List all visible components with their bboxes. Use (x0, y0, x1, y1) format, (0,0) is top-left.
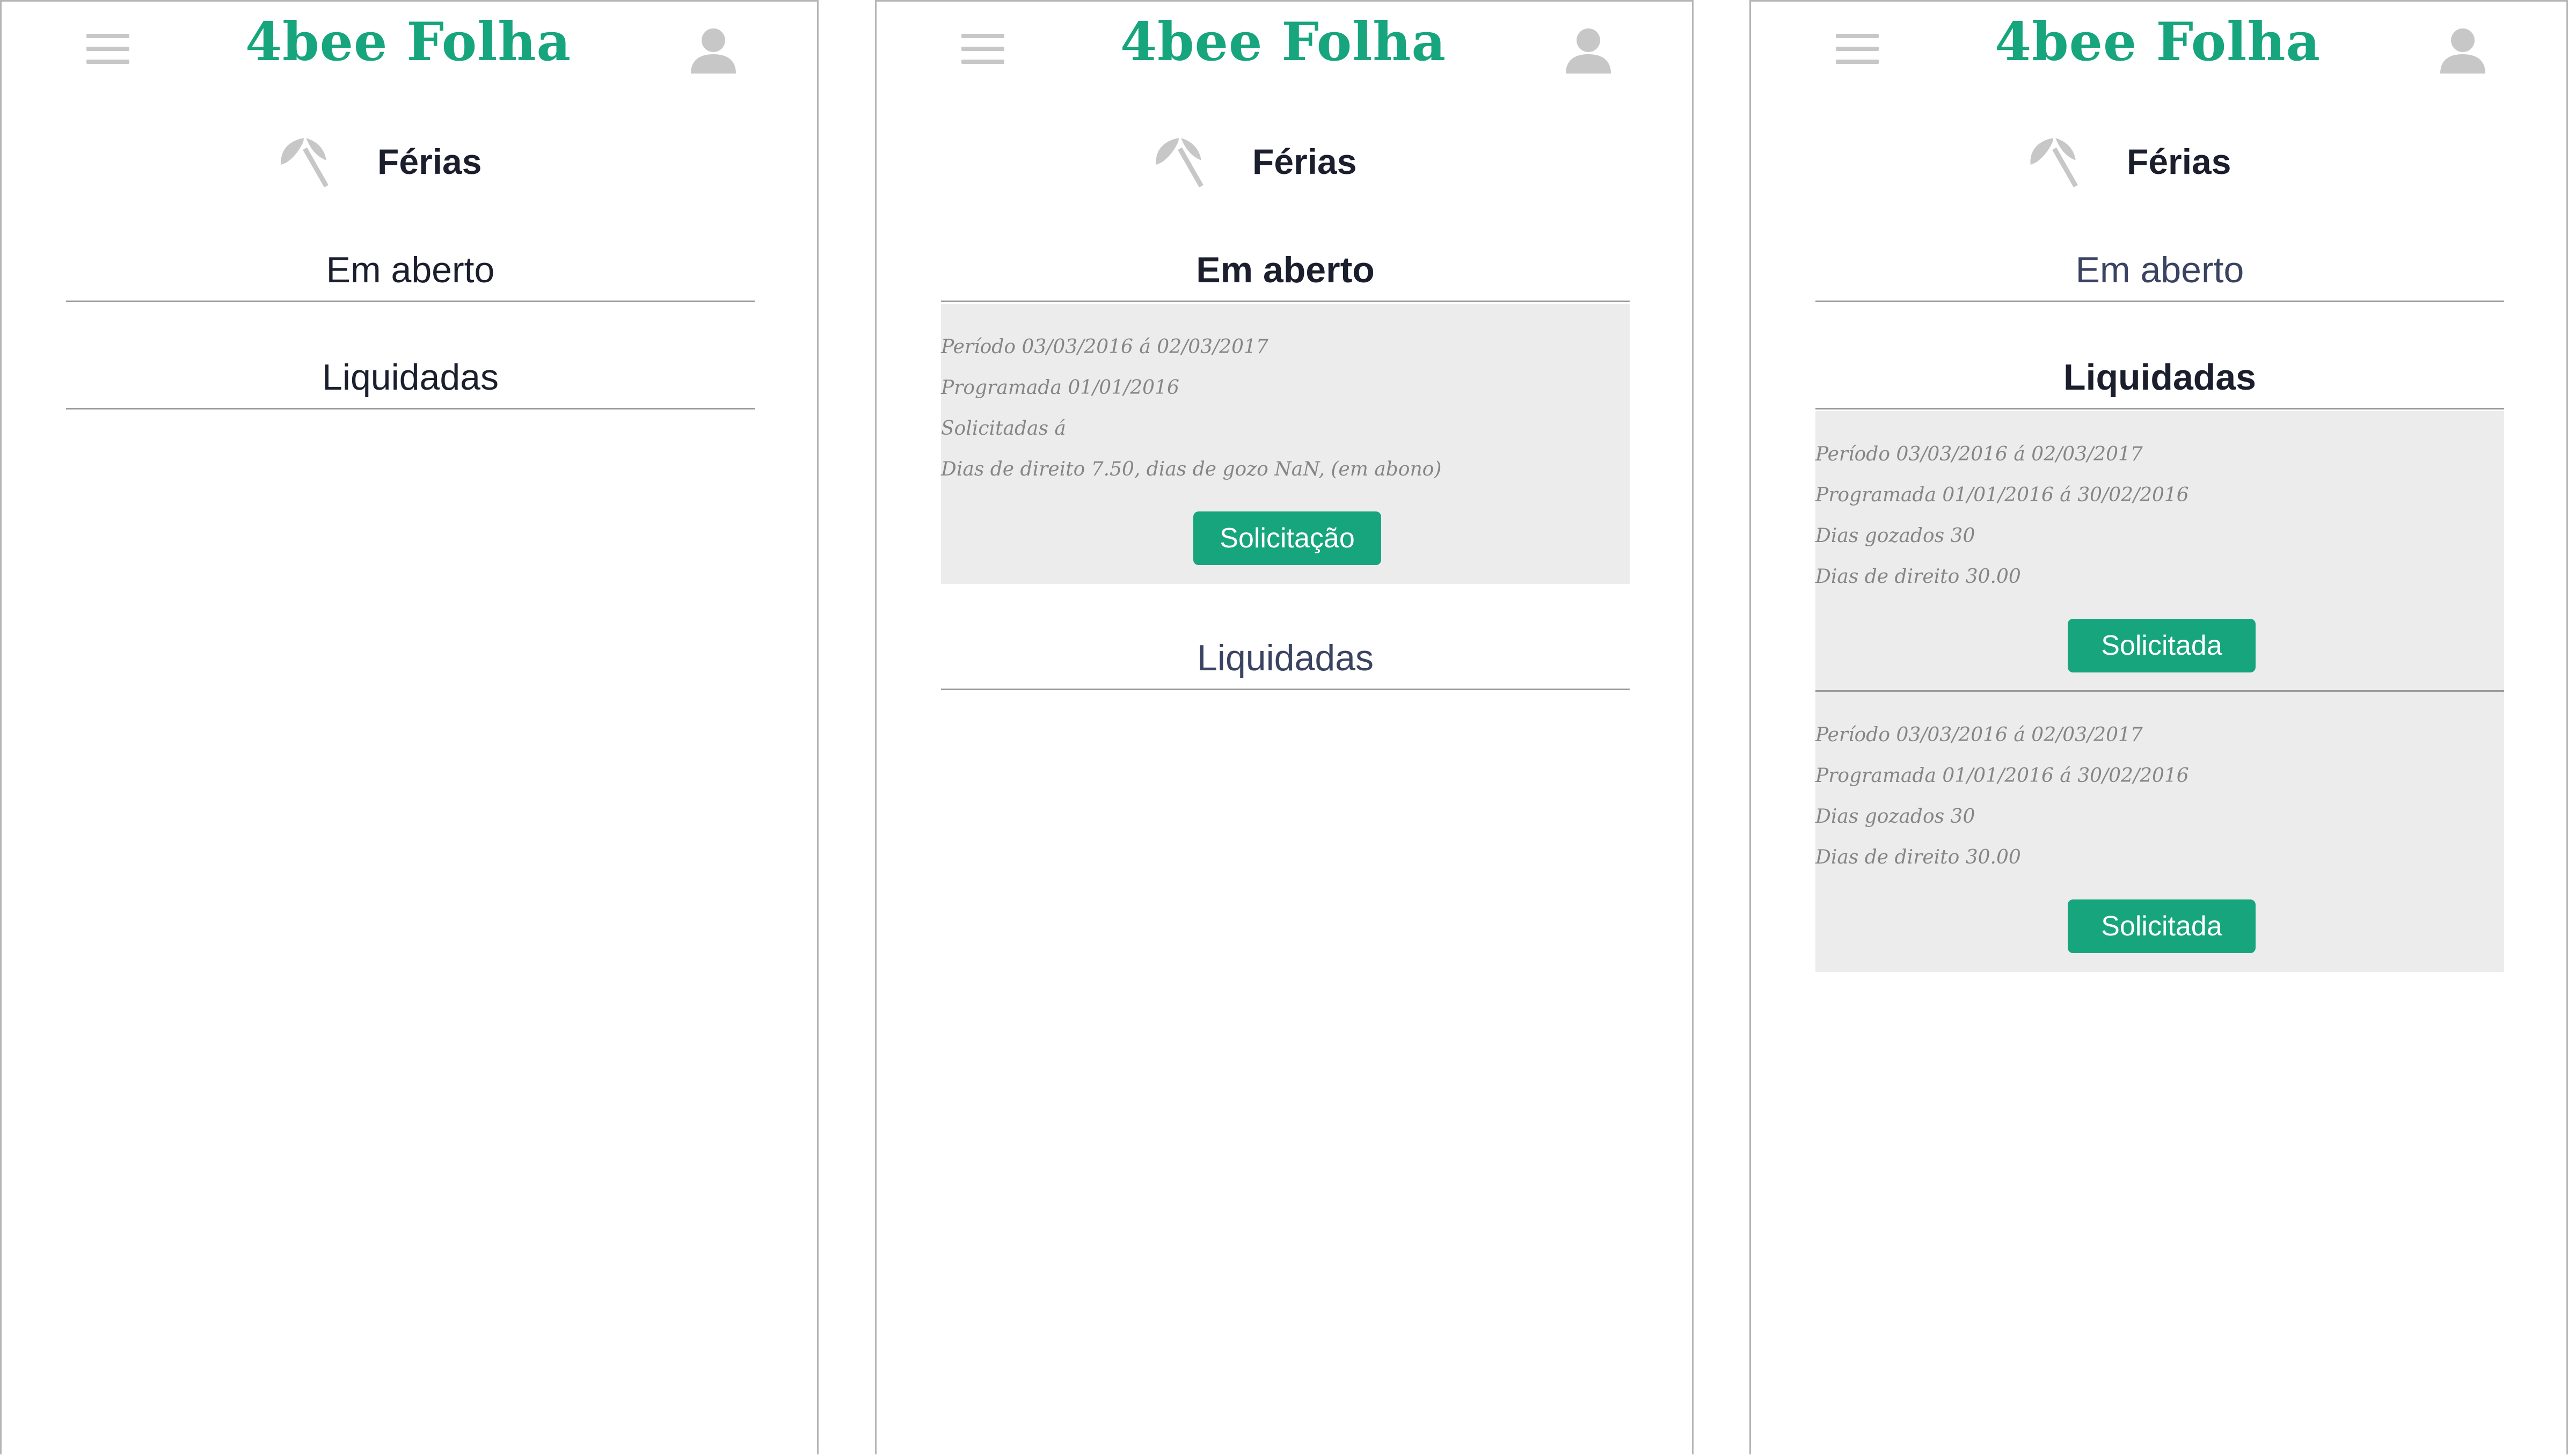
tab-liquidadas[interactable]: Liquidadas (941, 626, 1630, 690)
card-days-taken: Dias gozados 30 (1815, 525, 1975, 547)
section-header: Férias (2, 130, 820, 195)
tab-liquidadas[interactable]: Liquidadas (1815, 345, 2504, 409)
settled-vacation-card: Período 03/03/2016 á 02/03/2017 Programa… (1815, 692, 2504, 972)
solicitada-button[interactable]: Solicitada (2068, 619, 2256, 672)
card-entitlement: Dias de direito 7.50, dias de gozo NaN, … (941, 458, 1442, 480)
tab-em-aberto[interactable]: Em aberto (66, 238, 755, 302)
screen-overview: 4bee Folha Férias Em aberto Liquidadas (0, 0, 819, 1454)
solicitacao-button[interactable]: Solicitação (1193, 511, 1381, 565)
card-period: Período 03/03/2016 á 02/03/2017 (1815, 443, 2143, 465)
open-vacation-card: Período 03/03/2016 á 02/03/2017 Programa… (941, 304, 1630, 584)
section-header: Férias (877, 130, 1695, 195)
card-days-taken: Dias gozados 30 (1815, 806, 1975, 828)
screen-open-expanded: 4bee Folha Férias Em aberto Período 03/0… (875, 0, 1694, 1454)
tab-liquidadas[interactable]: Liquidadas (66, 345, 755, 409)
card-entitlement: Dias de direito 30.00 (1815, 846, 2021, 868)
section-title: Férias (1252, 142, 1357, 181)
card-scheduled: Programada 01/01/2016 á 30/02/2016 (1815, 765, 2189, 787)
settled-vacation-card: Período 03/03/2016 á 02/03/2017 Programa… (1815, 411, 2504, 691)
section-header: Férias (1751, 130, 2568, 195)
tab-em-aberto[interactable]: Em aberto (941, 238, 1630, 302)
solicitada-button[interactable]: Solicitada (2068, 899, 2256, 953)
user-avatar-icon[interactable] (1563, 24, 1614, 76)
section-title: Férias (377, 142, 482, 181)
screen-settled-expanded: 4bee Folha Férias Em aberto Liquidadas P… (1749, 0, 2568, 1454)
beach-umbrella-icon (1156, 137, 1203, 188)
section-title: Férias (2127, 142, 2231, 181)
user-avatar-icon[interactable] (2437, 24, 2489, 76)
card-period: Período 03/03/2016 á 02/03/2017 (941, 336, 1268, 358)
beach-umbrella-icon (2030, 137, 2078, 188)
card-period: Período 03/03/2016 á 02/03/2017 (1815, 724, 2143, 746)
card-scheduled: Programada 01/01/2016 á 30/02/2016 (1815, 484, 2189, 506)
card-entitlement: Dias de direito 30.00 (1815, 566, 2021, 588)
beach-umbrella-icon (281, 137, 329, 188)
tab-em-aberto[interactable]: Em aberto (1815, 238, 2504, 302)
user-avatar-icon[interactable] (688, 24, 739, 76)
card-requested: Solicitadas á (941, 418, 1066, 440)
card-scheduled: Programada 01/01/2016 (941, 377, 1179, 399)
